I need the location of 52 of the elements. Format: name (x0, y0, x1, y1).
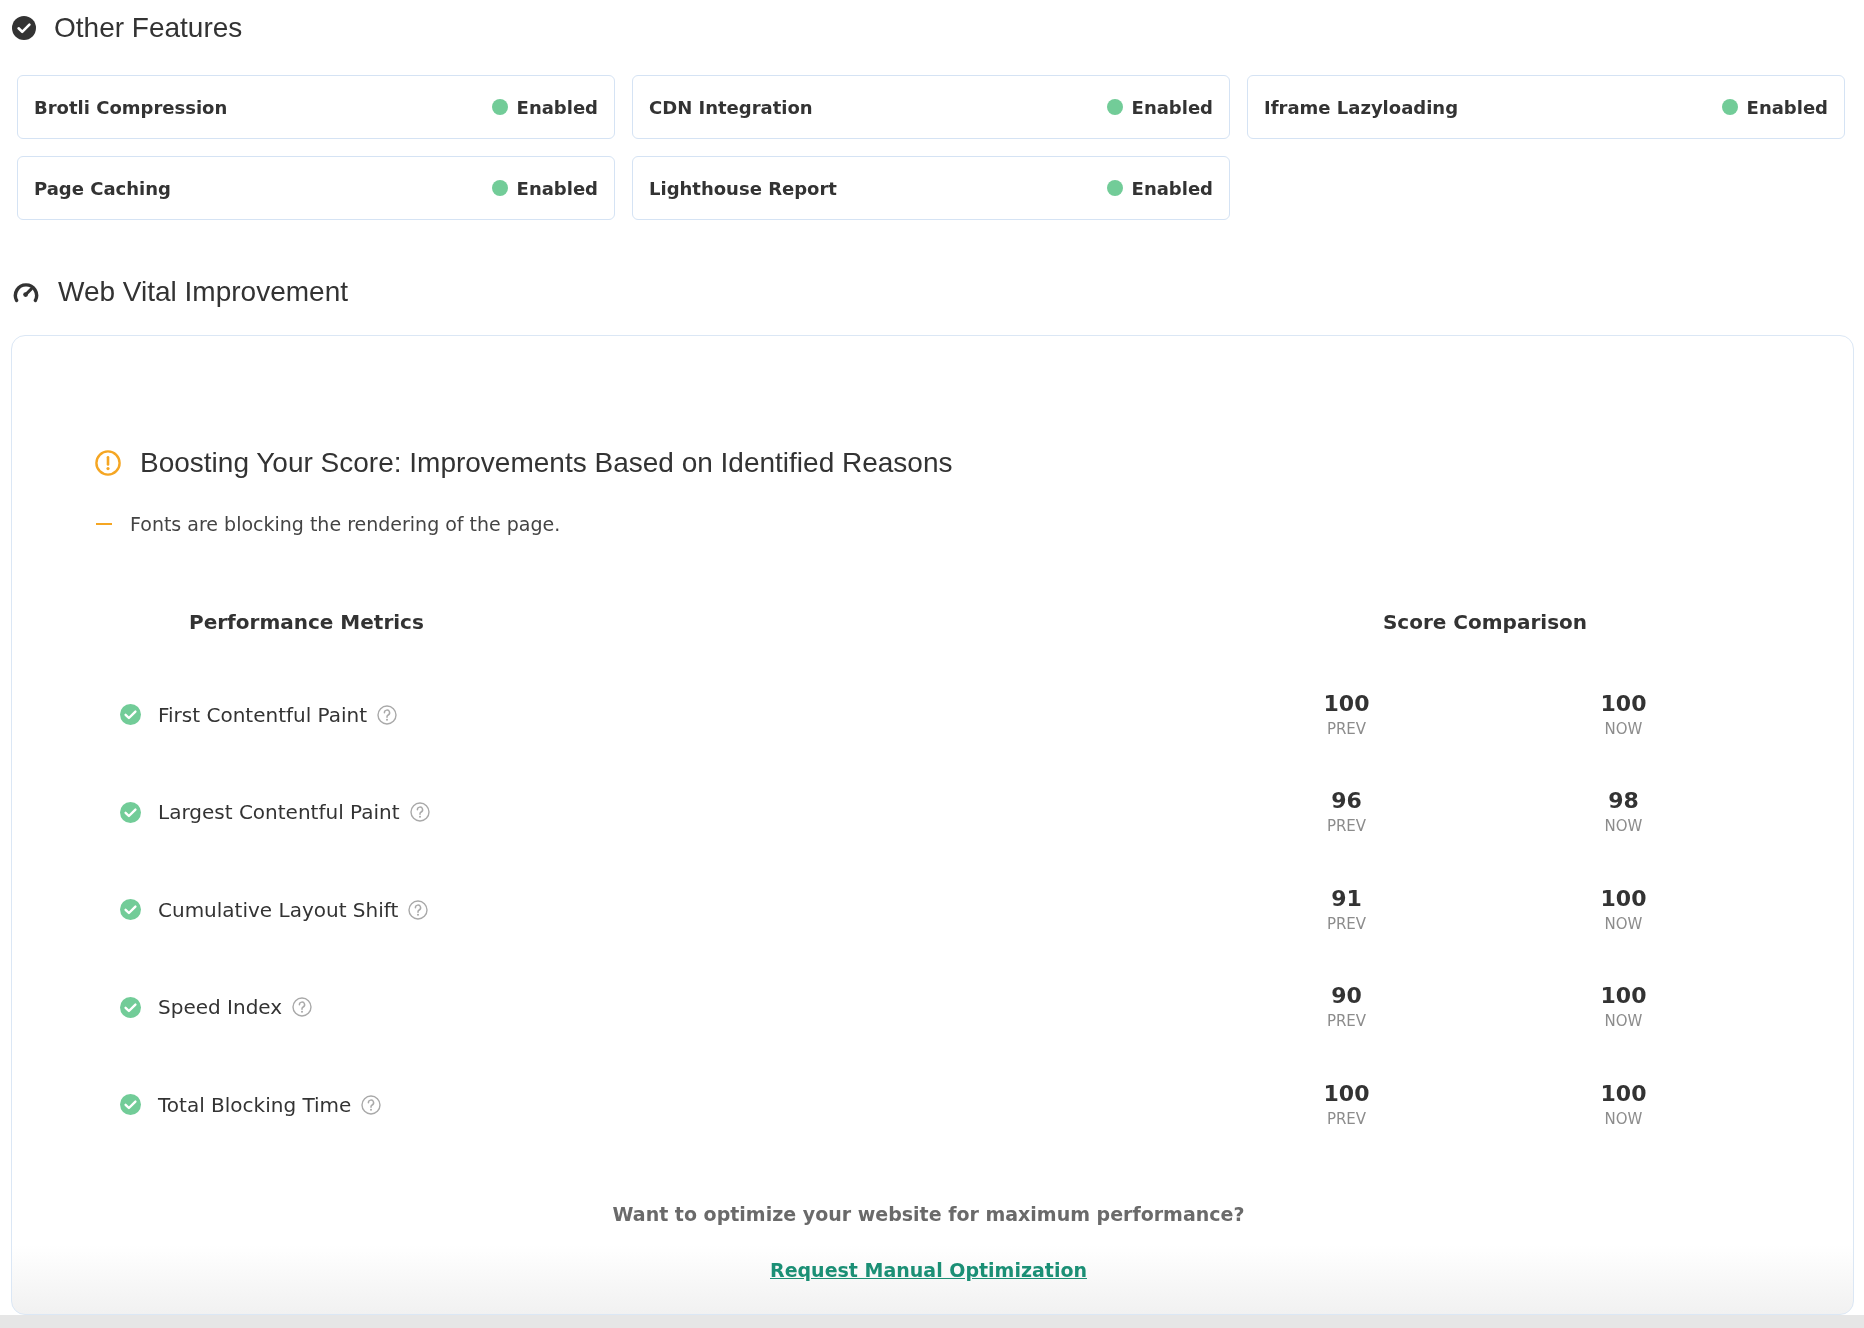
dash-icon (96, 523, 112, 525)
request-optimization-link[interactable]: Request Manual Optimization (770, 1258, 1087, 1281)
help-icon[interactable] (409, 802, 430, 823)
metric-name: Cumulative Layout Shift (158, 897, 399, 922)
score-label: NOW (1604, 1011, 1643, 1033)
score-value: 100 (1323, 689, 1370, 718)
score-value: 100 (1600, 982, 1647, 1011)
score-label: NOW (1604, 816, 1643, 838)
feature-name: Lighthouse Report (649, 177, 837, 199)
status-label: Enabled (1131, 177, 1213, 199)
help-icon[interactable] (292, 997, 313, 1018)
cta-text: Want to optimize your website for maximum performance? (612, 1202, 1245, 1225)
score-label: PREV (1326, 718, 1367, 740)
section-title: Web Vital Improvement (58, 275, 348, 309)
score-value: 98 (1608, 787, 1639, 816)
help-icon[interactable] (408, 899, 429, 920)
score-label: NOW (1604, 718, 1643, 740)
score-value: 90 (1331, 982, 1362, 1011)
feature-name: Brotli Compression (34, 96, 228, 118)
status-label: Enabled (1131, 96, 1213, 118)
metric-name: First Contentful Paint (158, 702, 368, 727)
score-value: 100 (1600, 884, 1647, 913)
feature-name: Iframe Lazyloading (1264, 96, 1459, 118)
metric-name: Total Blocking Time (158, 1092, 352, 1117)
help-icon[interactable] (361, 1094, 382, 1115)
feature-name: Page Caching (34, 177, 171, 199)
metric-name: Speed Index (158, 995, 283, 1020)
score-label: NOW (1604, 1108, 1643, 1130)
gauge-icon (12, 280, 40, 304)
status-label: Enabled (1746, 96, 1828, 118)
help-icon[interactable] (377, 704, 398, 725)
status-label: Enabled (516, 96, 598, 118)
score-value: 100 (1600, 689, 1647, 718)
score-value: 96 (1331, 787, 1362, 816)
section-title: Other Features (54, 11, 243, 45)
warning-icon (95, 450, 121, 476)
score-label: PREV (1326, 1011, 1367, 1033)
column-header: Score Comparison (1382, 610, 1588, 634)
score-label: PREV (1326, 1108, 1367, 1130)
score-value: 100 (1600, 1079, 1647, 1108)
score-value: 100 (1323, 1079, 1370, 1108)
feature-name: CDN Integration (649, 96, 813, 118)
score-label: NOW (1604, 913, 1643, 935)
score-label: PREV (1326, 816, 1367, 838)
metric-name: Largest Contentful Paint (158, 800, 400, 825)
status-label: Enabled (516, 177, 598, 199)
score-value: 91 (1331, 884, 1362, 913)
column-header: Performance Metrics (189, 610, 424, 634)
check-circle-icon (12, 16, 36, 40)
score-label: PREV (1326, 913, 1367, 935)
notice-title: Boosting Your Score: Improvements Based on Identified Reasons (140, 446, 953, 480)
reason-text: Fonts are blocking the rendering of the page. (130, 513, 561, 535)
